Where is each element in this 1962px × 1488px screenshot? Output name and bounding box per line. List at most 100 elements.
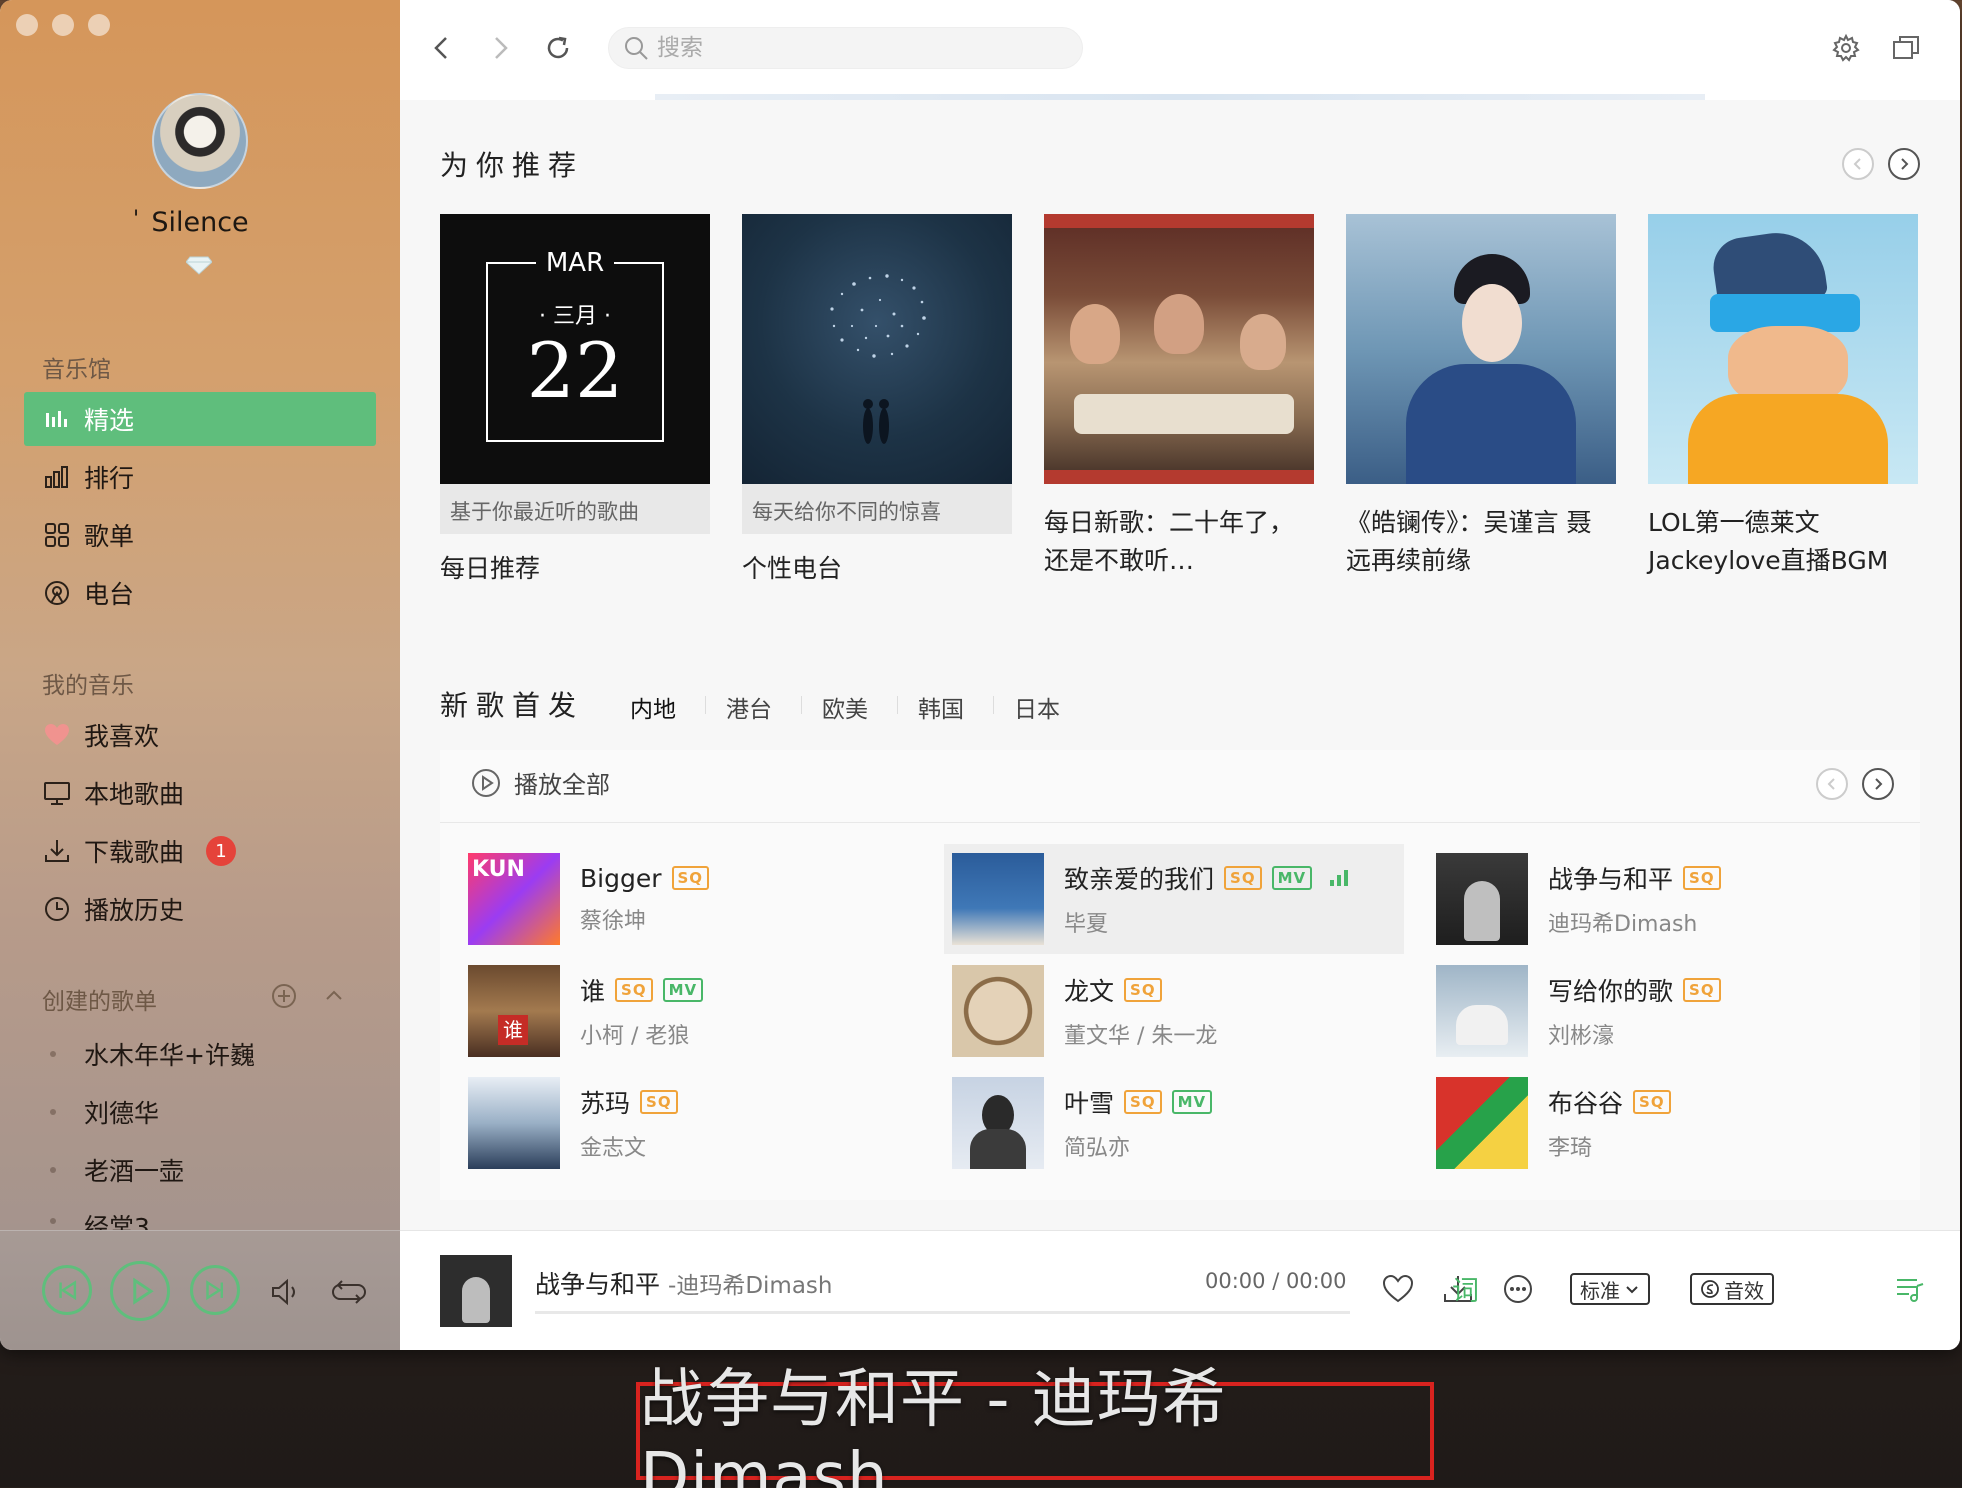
refresh-button[interactable] <box>540 30 576 66</box>
tab-hktw[interactable]: 港台 <box>726 690 772 724</box>
playlist-item[interactable]: 经常3 <box>50 1208 150 1230</box>
heart-icon <box>42 720 72 750</box>
new-songs-prev-button[interactable] <box>1816 768 1848 800</box>
recommend-card-radio[interactable]: 每天给你不同的惊喜 个性电台 <box>742 214 1012 588</box>
song-item[interactable]: 龙文 SQ 董文华 / 朱一龙 <box>944 956 1404 1066</box>
lyrics-button[interactable]: 词 <box>1452 1269 1479 1308</box>
forward-button[interactable] <box>482 30 518 66</box>
song-artist[interactable]: 董文华 / 朱一龙 <box>1064 1018 1217 1050</box>
monitor-icon <box>42 778 72 808</box>
tab-japan[interactable]: 日本 <box>1014 690 1060 724</box>
settings-button[interactable] <box>1828 30 1864 66</box>
heart-outline-icon <box>1382 1274 1414 1303</box>
sidebar-item-featured[interactable]: 精选 <box>24 392 376 446</box>
progress-bar[interactable] <box>535 1311 1350 1314</box>
mv-badge[interactable]: MV <box>1271 866 1313 890</box>
now-playing-cover[interactable] <box>440 1255 512 1327</box>
more-button[interactable] <box>1500 1271 1536 1307</box>
playlist-item[interactable]: 刘德华 <box>50 1094 159 1130</box>
recommend-card-newsongs[interactable]: 每日新歌：二十年了，还是不敢听… <box>1044 214 1314 580</box>
song-item[interactable]: KUN Bigger SQ 蔡徐坤 <box>460 844 920 954</box>
recommend-next-button[interactable] <box>1888 148 1920 180</box>
song-artist[interactable]: 迪玛希Dimash <box>1548 906 1721 938</box>
play-button[interactable] <box>110 1261 170 1321</box>
mini-mode-button[interactable] <box>1888 30 1924 66</box>
sq-badge: SQ <box>1224 866 1262 890</box>
song-name: 布谷谷 <box>1548 1089 1624 1118</box>
card-title[interactable]: LOL第一德莱文Jackeylove直播BGM <box>1648 504 1918 580</box>
song-item-playing[interactable]: 致亲爱的我们 SQ MV 毕夏 <box>944 844 1404 954</box>
volume-icon[interactable] <box>270 1277 304 1307</box>
back-button[interactable] <box>424 30 460 66</box>
song-artist[interactable]: 刘彬濠 <box>1548 1018 1721 1050</box>
sidebar-item-playlists[interactable]: 歌单 <box>24 508 376 562</box>
avatar[interactable] <box>152 93 248 189</box>
search-box[interactable] <box>608 27 1083 69</box>
song-item[interactable]: 写给你的歌 SQ 刘彬濠 <box>1428 956 1888 1066</box>
song-name: 叶雪 <box>1064 1089 1115 1118</box>
vip-diamond-icon[interactable] <box>186 255 212 275</box>
song-artist[interactable]: 简弘亦 <box>1064 1130 1212 1162</box>
song-item[interactable]: 布谷谷 SQ 李琦 <box>1428 1068 1888 1178</box>
search-input[interactable] <box>657 35 1057 61</box>
minimize-window-button[interactable] <box>52 14 74 36</box>
recommend-prev-button[interactable] <box>1842 148 1874 180</box>
previous-button[interactable] <box>42 1265 92 1315</box>
card-title[interactable]: 每日推荐 <box>440 550 710 588</box>
loop-icon[interactable] <box>332 1277 366 1307</box>
sidebar-item-history[interactable]: 播放历史 <box>24 882 376 936</box>
new-songs-next-button[interactable] <box>1862 768 1894 800</box>
next-button[interactable] <box>190 1265 240 1315</box>
like-button[interactable] <box>1380 1271 1416 1307</box>
zoom-window-button[interactable] <box>88 14 110 36</box>
tab-mainland[interactable]: 内地 <box>630 690 676 724</box>
sidebar-item-liked[interactable]: 我喜欢 <box>24 708 376 762</box>
sidebar-item-ranking[interactable]: 排行 <box>24 450 376 504</box>
song-cover: 谁 <box>468 965 560 1057</box>
drama-cover <box>1346 214 1616 484</box>
song-item[interactable]: 谁 谁 SQ MV 小柯 / 老狼 <box>460 956 920 1066</box>
desktop-lyric[interactable]: 战争与和平 - 迪玛希Dimash <box>636 1363 1434 1488</box>
song-artist[interactable]: 小柯 / 老狼 <box>580 1018 703 1050</box>
song-artist[interactable]: 金志文 <box>580 1130 678 1162</box>
close-window-button[interactable] <box>16 14 38 36</box>
song-cover <box>952 853 1044 945</box>
sidebar-item-radio[interactable]: 电台 <box>24 566 376 620</box>
card-title[interactable]: 《皓镧传》：吴谨言 聂远再续前缘 <box>1346 504 1616 580</box>
chevron-up-icon[interactable] <box>320 982 348 1010</box>
chevron-down-icon <box>1626 1286 1638 1294</box>
song-artist[interactable]: 毕夏 <box>1064 906 1348 938</box>
now-playing-artist[interactable]: -迪玛希Dimash <box>668 1273 832 1299</box>
sound-effect-button[interactable]: 音效 <box>1690 1273 1774 1305</box>
more-icon <box>1504 1275 1532 1303</box>
card-title[interactable]: 每日新歌：二十年了，还是不敢听… <box>1044 504 1314 580</box>
song-artist[interactable]: 蔡徐坤 <box>580 903 709 935</box>
song-cover: KUN <box>468 853 560 945</box>
window-controls <box>16 14 110 36</box>
new-songs-section-title: 新歌首发 <box>440 689 585 722</box>
song-item[interactable]: 苏玛 SQ 金志文 <box>460 1068 920 1178</box>
sidebar-item-local-songs[interactable]: 本地歌曲 <box>24 766 376 820</box>
quality-select[interactable]: 标准 <box>1570 1273 1650 1305</box>
recommend-card-lol[interactable]: LOL第一德莱文Jackeylove直播BGM <box>1648 214 1918 580</box>
tab-western[interactable]: 欧美 <box>822 690 868 724</box>
playlist-item[interactable]: 老酒一壶 <box>50 1152 184 1188</box>
play-all-button[interactable]: 播放全部 <box>470 765 610 800</box>
sq-badge: SQ <box>1683 978 1721 1002</box>
username[interactable]: ' Silence <box>0 207 400 238</box>
mv-badge[interactable]: MV <box>1171 1090 1213 1114</box>
recommend-card-drama[interactable]: 《皓镧传》：吴谨言 聂远再续前缘 <box>1346 214 1616 580</box>
now-playing-title[interactable]: 战争与和平 <box>535 1270 660 1299</box>
tab-korea[interactable]: 韩国 <box>918 690 964 724</box>
card-title[interactable]: 个性电台 <box>742 550 1012 588</box>
mv-badge[interactable]: MV <box>662 978 704 1002</box>
song-artist[interactable]: 李琦 <box>1548 1130 1671 1162</box>
song-item[interactable]: 叶雪 SQ MV 简弘亦 <box>944 1068 1404 1178</box>
bars-icon <box>42 404 72 434</box>
add-playlist-icon[interactable] <box>270 982 298 1010</box>
song-item[interactable]: 战争与和平 SQ 迪玛希Dimash <box>1428 844 1888 954</box>
playlist-item[interactable]: 水木年华+许巍 <box>50 1036 255 1072</box>
recommend-card-daily[interactable]: MAR · 三月 · 22 基于你最近听的歌曲 每日推荐 <box>440 214 710 588</box>
sidebar-item-downloads[interactable]: 下载歌曲 1 <box>24 824 376 878</box>
playlist-queue-button[interactable] <box>1892 1271 1928 1307</box>
